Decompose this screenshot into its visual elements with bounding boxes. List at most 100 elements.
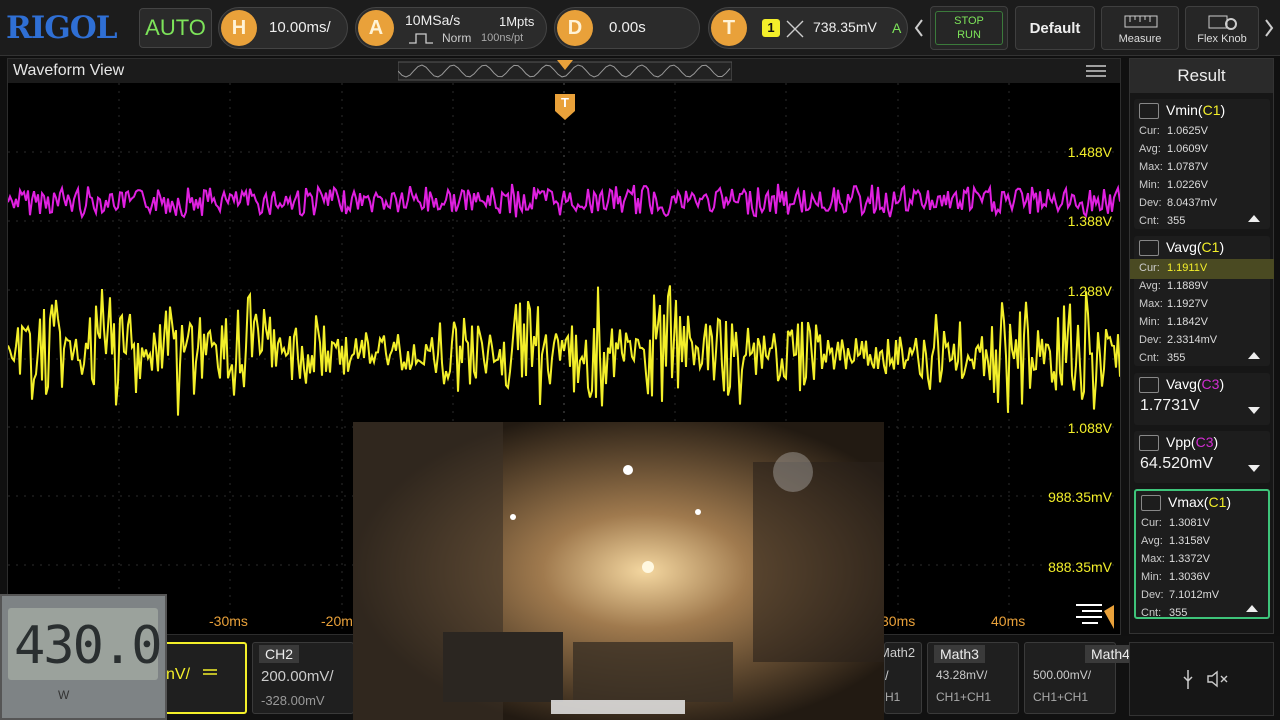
row-value: 355 bbox=[1167, 352, 1186, 364]
trigger-edge-icon bbox=[786, 20, 804, 38]
time-label-3: 30ms bbox=[881, 613, 916, 629]
trigger-marker[interactable]: T bbox=[554, 93, 576, 121]
math3-box[interactable]: Math3 43.28mV/ CH1+CH1 bbox=[927, 642, 1019, 714]
measurement-icon bbox=[1141, 495, 1161, 511]
measurement-icon bbox=[1139, 435, 1159, 451]
collapse-icon[interactable] bbox=[1248, 215, 1260, 222]
meter-unit: W bbox=[58, 688, 70, 702]
measurement-icon bbox=[1139, 103, 1159, 119]
row-key: Cnt: bbox=[1139, 215, 1160, 227]
math2-source: H1 bbox=[885, 690, 901, 704]
math2-label: Math2 bbox=[879, 645, 916, 660]
trigger-control[interactable]: T 1 738.35mV A bbox=[708, 7, 908, 49]
trigger-position-icon bbox=[557, 60, 573, 70]
collapse-icon[interactable] bbox=[1246, 605, 1258, 612]
acquisition-control[interactable]: A 10MSa/s Norm 1Mpts 100ns/pt bbox=[355, 7, 547, 49]
game-video-overlay bbox=[353, 422, 884, 720]
right-chevron-icon[interactable] bbox=[1262, 14, 1276, 42]
delay-control[interactable]: D 0.00s bbox=[554, 7, 700, 49]
math3-source: CH1+CH1 bbox=[936, 690, 992, 704]
ch2-offset: -328.00mV bbox=[261, 693, 325, 708]
auto-button[interactable]: AUTO bbox=[139, 8, 212, 48]
volt-label-5: 988.35mV bbox=[1048, 489, 1112, 505]
row-value: 1.1911V bbox=[1167, 262, 1208, 274]
measurement-vmin-c1[interactable]: Vmin(C1) Cur: 1.0625V Avg: 1.0609V Max: 1.0… bbox=[1134, 99, 1270, 229]
trigger-source-badge: 1 bbox=[762, 19, 780, 37]
measurement-vpp-c3[interactable]: Vpp(C3) 64.520mV bbox=[1134, 431, 1270, 483]
acq-mode: Norm bbox=[442, 31, 472, 45]
row-key: Avg: bbox=[1139, 143, 1161, 155]
row-value: 2.3314mV bbox=[1167, 334, 1218, 346]
ruler-icon bbox=[1124, 15, 1158, 28]
measurement-source: C3 bbox=[1201, 376, 1220, 392]
measurement-vmax-c1[interactable]: Vmax(C1) Cur: 1.3081V Avg: 1.3158V Max: 1.3… bbox=[1134, 489, 1270, 619]
measurement-icon bbox=[1139, 240, 1159, 256]
row-value: 355 bbox=[1167, 215, 1186, 227]
collapse-icon[interactable] bbox=[1248, 352, 1260, 359]
measure-button[interactable]: Measure bbox=[1101, 6, 1179, 50]
row-key: Min: bbox=[1141, 571, 1162, 583]
measurement-name: Vmin bbox=[1166, 102, 1198, 118]
row-value: 1.0787V bbox=[1167, 161, 1208, 173]
volt-label-1: 1.488V bbox=[1067, 144, 1112, 160]
trigger-level: 738.35mV bbox=[813, 19, 877, 35]
ch2-box[interactable]: CH2 200.00mV/ -328.00mV bbox=[252, 642, 354, 714]
row-value: 1.3036V bbox=[1169, 571, 1210, 583]
brand-logo: RIGOL bbox=[6, 10, 118, 46]
row-value: 355 bbox=[1169, 607, 1188, 619]
row-key: Min: bbox=[1139, 179, 1160, 191]
measurement-vavg-c3[interactable]: Vavg(C3) 1.7731V bbox=[1134, 373, 1270, 425]
row-key: Avg: bbox=[1141, 535, 1163, 547]
default-label: Default bbox=[1029, 20, 1081, 37]
time-label-4: 40ms bbox=[991, 613, 1026, 629]
math2-box[interactable]: Math2 / H1 bbox=[879, 642, 922, 714]
measure-label: Measure bbox=[1118, 33, 1162, 45]
row-key: Max: bbox=[1141, 553, 1165, 565]
row-key: Cnt: bbox=[1141, 607, 1162, 619]
stop-label: STOP bbox=[954, 15, 984, 27]
waveform-menu-icon[interactable] bbox=[1086, 65, 1106, 77]
row-value: 7.1012mV bbox=[1169, 589, 1220, 601]
measurement-source: C3 bbox=[1195, 434, 1214, 450]
volt-label-4: 1.088V bbox=[1067, 420, 1112, 436]
row-value: 1.1842V bbox=[1167, 316, 1208, 328]
trigger-mode: A bbox=[892, 20, 902, 36]
row-value: 1.3372V bbox=[1169, 553, 1210, 565]
measurement-icon bbox=[1139, 377, 1159, 393]
run-label: RUN bbox=[957, 29, 981, 41]
measurement-vavg-c1[interactable]: Vavg(C1) Cur: 1.1911V Avg: 1.1889V Max: 1.1… bbox=[1130, 236, 1274, 366]
row-key: Avg: bbox=[1139, 280, 1161, 292]
row-key: Cur: bbox=[1141, 517, 1162, 529]
default-button[interactable]: Default bbox=[1015, 6, 1095, 50]
memory-depth: 1Mpts bbox=[499, 14, 535, 29]
horizontal-control[interactable]: H 10.00ms/ bbox=[218, 7, 348, 49]
time-per-point: 100ns/pt bbox=[481, 32, 524, 44]
row-key: Dev: bbox=[1139, 197, 1162, 209]
sample-rate: 10MSa/s bbox=[405, 12, 461, 28]
acquisition-key: A bbox=[358, 10, 394, 46]
power-meter-overlay: 430.0 W bbox=[0, 594, 167, 720]
acq-mode-icon bbox=[409, 33, 433, 44]
expand-menu-icon[interactable] bbox=[1074, 599, 1118, 631]
waveform-header: Waveform View bbox=[8, 59, 1120, 83]
mute-icon[interactable] bbox=[1206, 669, 1230, 689]
row-key: Cur: bbox=[1139, 125, 1160, 137]
volt-label-2: 1.388V bbox=[1067, 213, 1112, 229]
math4-box[interactable]: Math4 500.00mV/ CH1+CH1 bbox=[1024, 642, 1136, 714]
trigger-marker-label: T bbox=[561, 95, 569, 110]
waveform-title: Waveform View bbox=[13, 62, 125, 79]
measurement-source: C1 bbox=[1208, 494, 1227, 510]
left-chevron-icon[interactable] bbox=[912, 14, 926, 42]
row-value: 1.0625V bbox=[1167, 125, 1208, 137]
game-scene-image bbox=[353, 422, 884, 720]
flex-knob-icon bbox=[1208, 15, 1237, 30]
row-value: 1.0609V bbox=[1167, 143, 1208, 155]
ch1-box[interactable]: nV/ bbox=[160, 642, 247, 714]
expand-icon[interactable] bbox=[1248, 465, 1260, 472]
math4-scale: 500.00mV/ bbox=[1033, 668, 1092, 682]
row-key: Min: bbox=[1139, 316, 1160, 328]
flex-knob-button[interactable]: Flex Knob bbox=[1185, 6, 1259, 50]
stop-run-button[interactable]: STOP RUN bbox=[930, 6, 1008, 50]
expand-icon[interactable] bbox=[1248, 407, 1260, 414]
ch2-scale: 200.00mV/ bbox=[261, 668, 334, 685]
